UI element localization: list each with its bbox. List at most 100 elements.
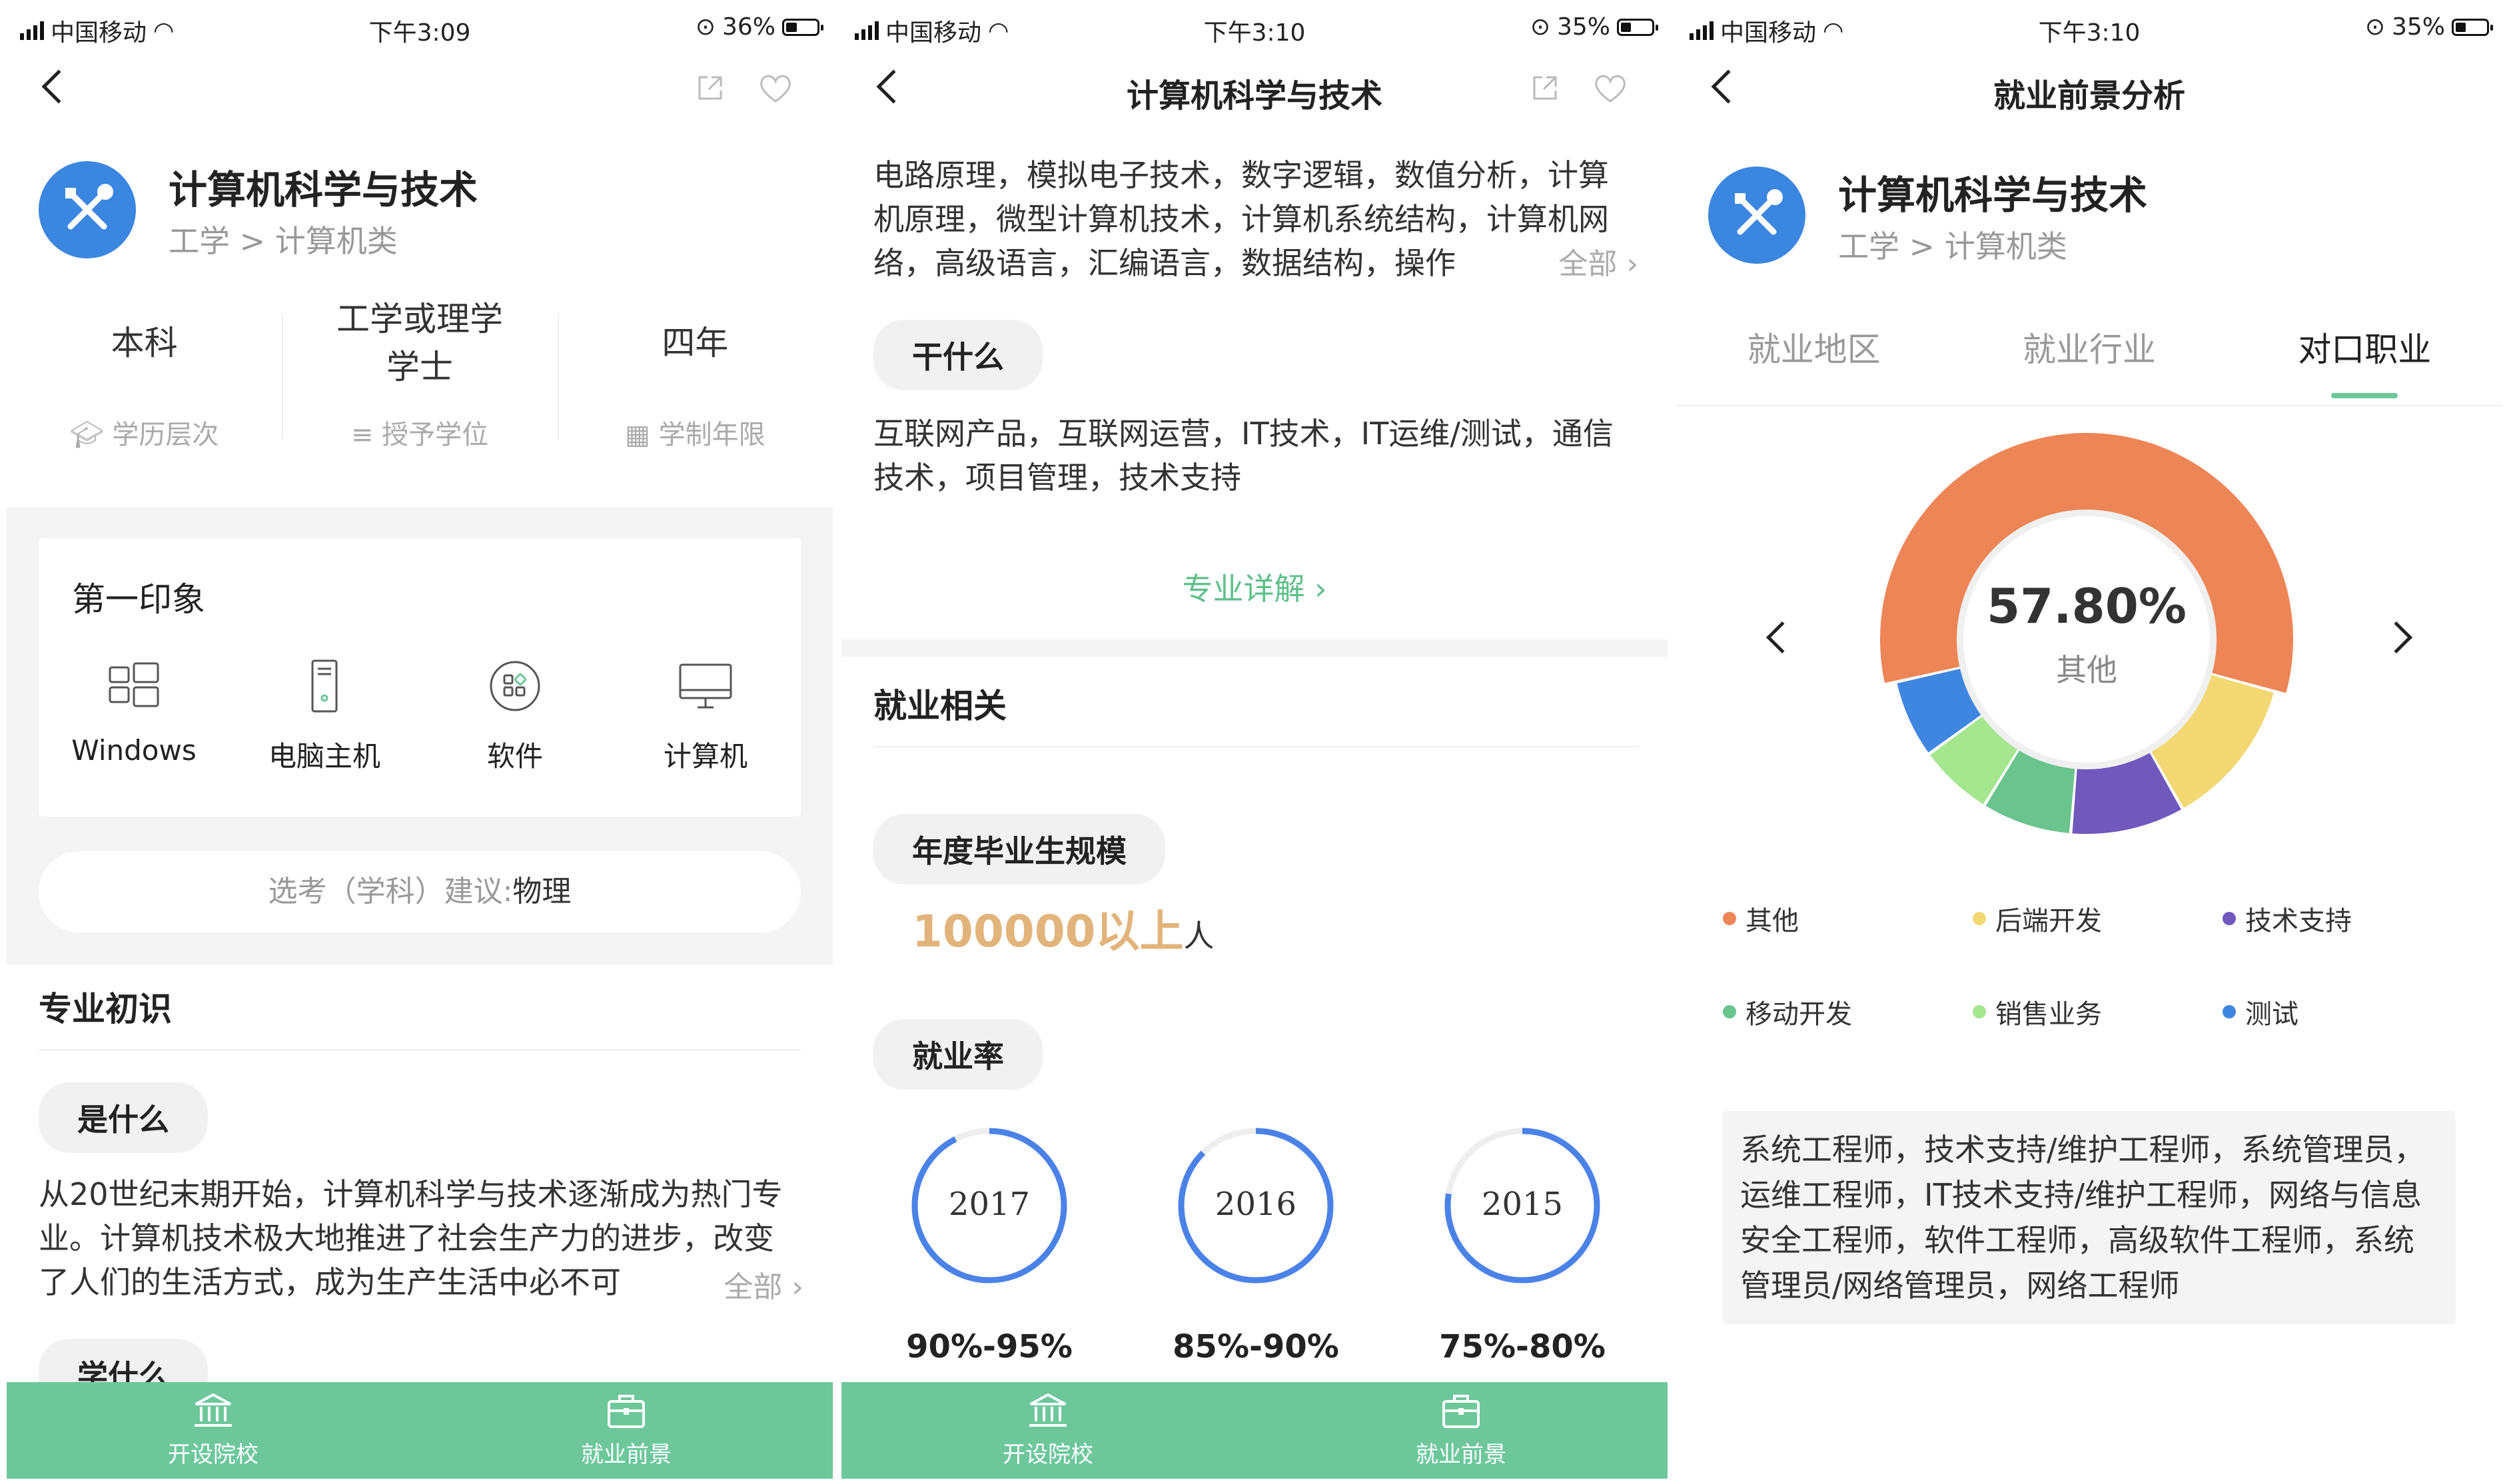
panel-career-analysis: 中国移动 ◠ 下午3:10 ⊙ 35% 就业前景分析 计算机科学与技术 工学 > 计… [1676,0,2502,1484]
major-category: 工学 > 计算机类 [1838,228,2067,264]
briefcase-icon [1442,1395,1480,1428]
windows-icon [109,662,159,707]
page-title: 就业前景分析 [1993,77,2185,115]
suggest-value: 物理 [512,875,572,909]
status-bar: 中国移动 ◠ 下午3:10 ⊙ 35% [841,0,1668,53]
tab-label: 开设院校 [1003,1441,1093,1468]
stat-label: 学制年限 [658,420,765,450]
suggest-prefix: 选考（学科）建议: [268,875,513,909]
status-bar: 中国移动 ◠ 下午3:09 ⊙ 36% [7,0,833,53]
battery-percent: 35% [2391,13,2445,41]
share-icon[interactable] [694,72,726,104]
major-name: 计算机科学与技术 [169,167,478,212]
favorite-heart-icon[interactable] [1593,72,1628,104]
legend-dot-icon [2223,912,2236,925]
nav-bar: 就业前景分析 [1676,53,2502,127]
tab-industry[interactable]: 就业行业 [1951,320,2227,405]
tools-logo-icon [39,161,136,258]
donut-center-label: 其他 [2056,652,2117,688]
bottom-bar: 开设院校 就业前景 [7,1382,833,1479]
legend-label: 技术支持 [2245,906,2352,936]
legend-dot-icon [2223,1005,2236,1018]
stat-value: 四年 [662,324,729,362]
software-icon [490,661,540,711]
legend-item[interactable]: 其他 [1723,899,1973,938]
monitor-icon [679,663,732,709]
stat-value: 本科 [111,324,178,362]
major-category: 工学 > 计算机类 [169,223,398,259]
orientation-lock-icon: ⊙ [2364,13,2385,41]
tab-region[interactable]: 就业地区 [1676,320,1951,405]
legend-item[interactable]: 销售业务 [1973,992,2223,1031]
legend-item[interactable]: 移动开发 [1723,992,1973,1031]
panel-major-overview: 中国移动 ◠ 下午3:09 ⊙ 36% 计算机科学与技术 工学 > 计算机类 本科 🎓… [7,0,833,1484]
chevron-right-icon[interactable] [2380,621,2413,654]
legend-item[interactable]: 后端开发 [1973,899,2223,938]
rate-2017: 2017 90%-95% [903,1126,1076,1365]
rate-range: 90%-95% [906,1328,1073,1365]
rate-year: 2015 [1481,1186,1564,1223]
donut-center: 57.80% 其他 [1873,578,2300,690]
major-header: 计算机科学与技术 工学 > 计算机类 [39,155,833,261]
impression-label: 软件 [486,740,543,773]
rate-year: 2016 [1215,1186,1297,1223]
grads-pill: 年度毕业生规模 [873,814,1165,885]
tab-label: 开设院校 [168,1441,258,1468]
battery-percent: 36% [722,13,775,41]
legend-item[interactable]: 测试 [2223,992,2472,1031]
do-text: 互联网产品，互联网运营，IT技术，IT运维/测试，通信技术，项目管理，技术支持 [873,416,1614,496]
legend-item[interactable]: 技术支持 [2223,899,2472,938]
legend-label: 后端开发 [1995,906,2102,936]
impression-item[interactable]: 软件 [420,658,610,775]
favorite-heart-icon[interactable] [758,72,793,104]
major-stats: 本科 🎓︎ 学历层次 工学或理学学士 ≡ 授予学位 四年 ▦ 学制年限 [7,293,833,480]
legend-dot-icon [1973,1005,1986,1018]
tab-label: 就业前景 [1416,1441,1506,1468]
tab-occupation[interactable]: 对口职业 [2227,320,2502,405]
orientation-lock-icon: ⊙ [695,13,716,41]
impression-item[interactable]: 电脑主机 [229,658,420,775]
intro-title: 专业初识 [39,990,172,1028]
what-more-link[interactable]: 全部 › [664,1266,803,1309]
institution-icon [1029,1393,1067,1427]
degree-icon: ≡ [350,420,382,450]
legend-label: 测试 [2245,999,2298,1030]
calendar-icon: ▦ [625,420,659,450]
career-tabs: 就业地区 就业行业 对口职业 [1676,320,2502,406]
battery-icon [782,18,823,36]
impression-item[interactable]: 计算机 [610,658,801,775]
bottom-bar: 开设院校 就业前景 [841,1382,1668,1479]
divider [873,746,1638,747]
tab-institutions[interactable]: 开设院校 [7,1382,420,1479]
chevron-left-icon[interactable] [1765,621,1799,654]
subject-suggestion: 选考（学科）建议:物理 [39,851,801,932]
rate-2015: 2015 75%-80% [1436,1126,1609,1365]
donut-center-value: 57.80% [1987,578,2187,634]
major-name: 计算机科学与技术 [1838,173,2148,218]
panel-major-detail: 中国移动 ◠ 下午3:10 ⊙ 35% 计算机科学与技术 电路原理，模拟电子技术，数… [841,0,1668,1484]
legend-label: 销售业务 [1995,999,2102,1030]
tab-career-prospects[interactable]: 就业前景 [420,1382,833,1479]
impression-label: 计算机 [663,740,748,773]
legend-dot-icon [1723,912,1736,925]
stat-duration: 四年 ▦ 学制年限 [557,293,833,480]
impression-card: 第一印象 Windows 电脑主机 软件 计算机 [39,538,801,817]
back-icon[interactable] [41,69,76,104]
battery-icon [1617,18,1658,36]
courses-more-link[interactable]: 全部 › [1478,242,1638,286]
share-icon[interactable] [1529,72,1561,104]
status-bar: 中国移动 ◠ 下午3:10 ⊙ 35% [1676,0,2502,53]
what-pill: 是什么 [39,1082,208,1153]
impression-item[interactable]: Windows [39,658,229,775]
detail-link[interactable]: 专业详解 › [841,565,1668,609]
grads-unit: 人 [1183,918,1215,954]
tab-career-prospects[interactable]: 就业前景 [1254,1382,1668,1479]
divider [39,1049,801,1050]
tab-institutions[interactable]: 开设院校 [841,1382,1254,1479]
rate-pill: 就业率 [873,1019,1043,1090]
orientation-lock-icon: ⊙ [1530,13,1550,41]
stat-degree-awarded: 工学或理学学士 ≡ 授予学位 [282,293,557,480]
impression-label: Windows [71,734,197,767]
stat-label: 授予学位 [382,420,489,450]
legend-label: 移动开发 [1746,999,1852,1030]
